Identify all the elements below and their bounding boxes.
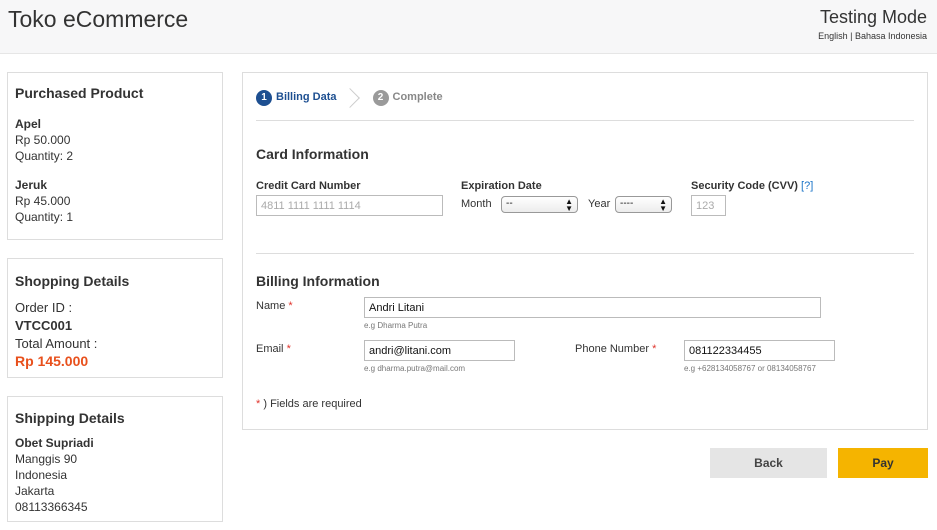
brand-title: Toko eCommerce xyxy=(8,6,189,32)
order-id-label: Order ID : xyxy=(15,300,73,315)
panel-title: Shopping Details xyxy=(15,273,130,289)
phone-hint: e.g +628134058767 or 08134058767 xyxy=(684,364,816,373)
card-information-title: Card Information xyxy=(256,146,369,162)
required-mark: * xyxy=(652,343,657,355)
product-price: Rp 50.000 xyxy=(15,133,71,147)
step-number: 2 xyxy=(372,90,389,106)
billing-form-panel xyxy=(242,72,928,430)
shipping-details-panel: Shipping Details Obet Supriadi Manggis 9… xyxy=(7,396,223,522)
phone-input[interactable] xyxy=(684,340,835,361)
month-label: Month xyxy=(461,198,492,210)
total-amount-value: Rp 145.000 xyxy=(15,353,89,369)
required-mark: * xyxy=(256,398,261,410)
cvv-help-link[interactable]: [?] xyxy=(801,180,813,192)
product-quantity: Quantity: 2 xyxy=(15,149,74,163)
divider xyxy=(256,253,914,254)
select-arrows-icon: ▲ ▼ xyxy=(659,197,667,213)
step-label: Billing Data xyxy=(276,91,337,103)
shipping-address: Obet Supriadi Manggis 90 Indonesia Jakar… xyxy=(15,435,94,515)
step-label: Complete xyxy=(392,91,443,103)
required-mark: * xyxy=(286,343,291,355)
step-billing-data: 1 Billing Data xyxy=(256,90,337,106)
app-header: Toko eCommerce Testing Mode English | Ba… xyxy=(0,0,937,54)
card-number-label: Credit Card Number xyxy=(256,180,361,192)
panel-title: Purchased Product xyxy=(15,85,144,101)
step-complete: 2 Complete xyxy=(372,90,443,106)
street-address: Manggis 90 xyxy=(15,452,78,466)
card-number-input[interactable] xyxy=(256,195,443,216)
billing-information-title: Billing Information xyxy=(256,273,380,289)
required-mark: * xyxy=(288,300,293,312)
name-label: Name * xyxy=(256,300,293,312)
year-label: Year xyxy=(588,198,611,210)
required-note-text: ) Fields are required xyxy=(263,398,362,410)
panel-title: Shipping Details xyxy=(15,410,125,426)
checkout-steps: 1 Billing Data 2 Complete xyxy=(256,88,443,108)
shopping-details-panel: Shopping Details Order ID : VTCC001 Tota… xyxy=(7,258,223,378)
cvv-input[interactable] xyxy=(691,195,726,216)
lang-english-link[interactable]: English xyxy=(818,31,848,41)
product-item: Jeruk Rp 45.000 Quantity: 1 xyxy=(15,177,73,225)
lang-indonesia-link[interactable]: Bahasa Indonesia xyxy=(855,31,927,41)
name-input[interactable] xyxy=(364,297,821,318)
language-switcher: English | Bahasa Indonesia xyxy=(818,31,927,41)
order-id-value: VTCC001 xyxy=(15,318,73,333)
city: Jakarta xyxy=(15,484,55,498)
product-name: Jeruk xyxy=(15,178,48,192)
recipient-name: Obet Supriadi xyxy=(15,436,94,450)
cvv-label-text: Security Code (CVV) xyxy=(691,180,798,192)
month-select[interactable]: -- ▲ ▼ xyxy=(501,196,578,213)
month-select-value: -- xyxy=(506,198,513,209)
lang-separator: | xyxy=(847,31,855,41)
product-price: Rp 45.000 xyxy=(15,194,71,208)
back-button[interactable]: Back xyxy=(710,448,827,478)
select-arrows-icon: ▲ ▼ xyxy=(565,197,573,213)
divider xyxy=(256,120,914,121)
product-item: Apel Rp 50.000 Quantity: 2 xyxy=(15,116,73,164)
year-select-value: ---- xyxy=(620,198,634,209)
phone-label: Phone Number * xyxy=(575,343,656,355)
purchased-product-panel: Purchased Product Apel Rp 50.000 Quantit… xyxy=(7,72,223,240)
total-amount-label: Total Amount : xyxy=(15,336,98,351)
step-number: 1 xyxy=(256,90,272,106)
email-label: Email * xyxy=(256,343,291,355)
phone: 08113366345 xyxy=(15,500,88,514)
email-label-text: Email xyxy=(256,343,284,355)
pay-button[interactable]: Pay xyxy=(838,448,928,478)
email-input[interactable] xyxy=(364,340,515,361)
product-name: Apel xyxy=(15,117,42,131)
chevron-right-icon xyxy=(347,88,359,108)
required-note: * ) Fields are required xyxy=(256,398,362,410)
year-select[interactable]: ---- ▲ ▼ xyxy=(615,196,672,213)
expiration-date-label: Expiration Date xyxy=(461,180,542,192)
name-label-text: Name xyxy=(256,300,286,312)
mode-label: Testing Mode xyxy=(819,7,927,27)
cvv-label: Security Code (CVV) [?] xyxy=(691,180,813,192)
phone-label-text: Phone Number xyxy=(575,343,649,355)
email-hint: e.g dharma.putra@mail.com xyxy=(364,364,466,373)
name-hint: e.g Dharma Putra xyxy=(364,321,428,330)
product-quantity: Quantity: 1 xyxy=(15,210,74,224)
country: Indonesia xyxy=(15,468,68,482)
